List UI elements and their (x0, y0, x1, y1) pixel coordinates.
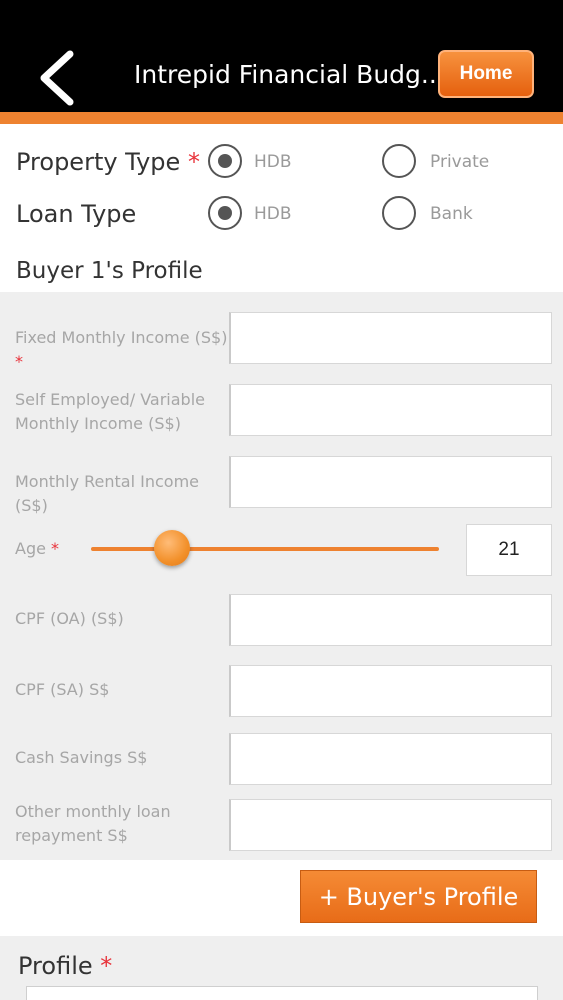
other-loan-label: Other monthly loan repayment S$ (15, 802, 171, 845)
add-buyer-card: + Buyer's Profile (0, 860, 563, 936)
required-mark: * (100, 952, 113, 980)
cash-savings-label: Cash Savings S$ (15, 748, 148, 767)
cpf-sa-input[interactable] (229, 665, 552, 717)
other-loan-input[interactable] (229, 799, 552, 851)
loan-type-bank-label[interactable]: Bank (430, 204, 473, 224)
age-slider-thumb[interactable] (154, 530, 190, 566)
loan-type-label: Loan Type (16, 200, 137, 228)
property-type-label: Property Type * (16, 148, 200, 176)
accent-divider (0, 112, 563, 124)
profile-label: Profile * (18, 952, 113, 980)
required-mark: * (15, 352, 23, 371)
age-value-field[interactable]: 21 (466, 524, 552, 576)
variable-income-label: Self Employed/ Variable Monthly Income (… (15, 390, 205, 433)
cpf-oa-label: CPF (OA) (S$) (15, 609, 124, 628)
cpf-oa-input[interactable] (229, 594, 552, 646)
age-slider-track[interactable] (91, 547, 439, 551)
property-type-private-radio[interactable] (382, 144, 416, 178)
required-mark: * (51, 539, 60, 558)
add-buyer-profile-button[interactable]: + Buyer's Profile (300, 870, 537, 923)
property-type-hdb-label[interactable]: HDB (254, 152, 292, 172)
page-title: Intrepid Financial Budg... (134, 60, 445, 89)
profile-section: Profile * (0, 936, 563, 1000)
required-mark: * (187, 148, 200, 176)
loan-type-hdb-radio[interactable] (208, 196, 242, 230)
nav-bar: Intrepid Financial Budg... Home (0, 40, 563, 112)
property-type-hdb-radio[interactable] (208, 144, 242, 178)
loan-type-bank-radio[interactable] (382, 196, 416, 230)
home-button[interactable]: Home (438, 50, 534, 98)
fixed-income-input[interactable] (229, 312, 552, 364)
status-bar (0, 0, 563, 40)
type-selection-card: Property Type * HDB Private Loan Type HD… (0, 124, 563, 292)
loan-type-hdb-label[interactable]: HDB (254, 204, 292, 224)
cpf-sa-label: CPF (SA) S$ (15, 680, 110, 699)
fixed-income-label: Fixed Monthly Income (S$) * (15, 328, 228, 371)
rental-income-label: Monthly Rental Income (S$) (15, 472, 200, 515)
chevron-left-icon (40, 50, 74, 106)
back-button[interactable] (28, 46, 88, 106)
buyer-section-title: Buyer 1's Profile (16, 258, 203, 284)
profile-select[interactable] (26, 986, 538, 1000)
rental-income-input[interactable] (229, 456, 552, 508)
property-type-private-label[interactable]: Private (430, 152, 489, 172)
cash-savings-input[interactable] (229, 733, 552, 785)
variable-income-input[interactable] (229, 384, 552, 436)
buyer-profile-form: Fixed Monthly Income (S$) * Self Employe… (0, 292, 563, 860)
